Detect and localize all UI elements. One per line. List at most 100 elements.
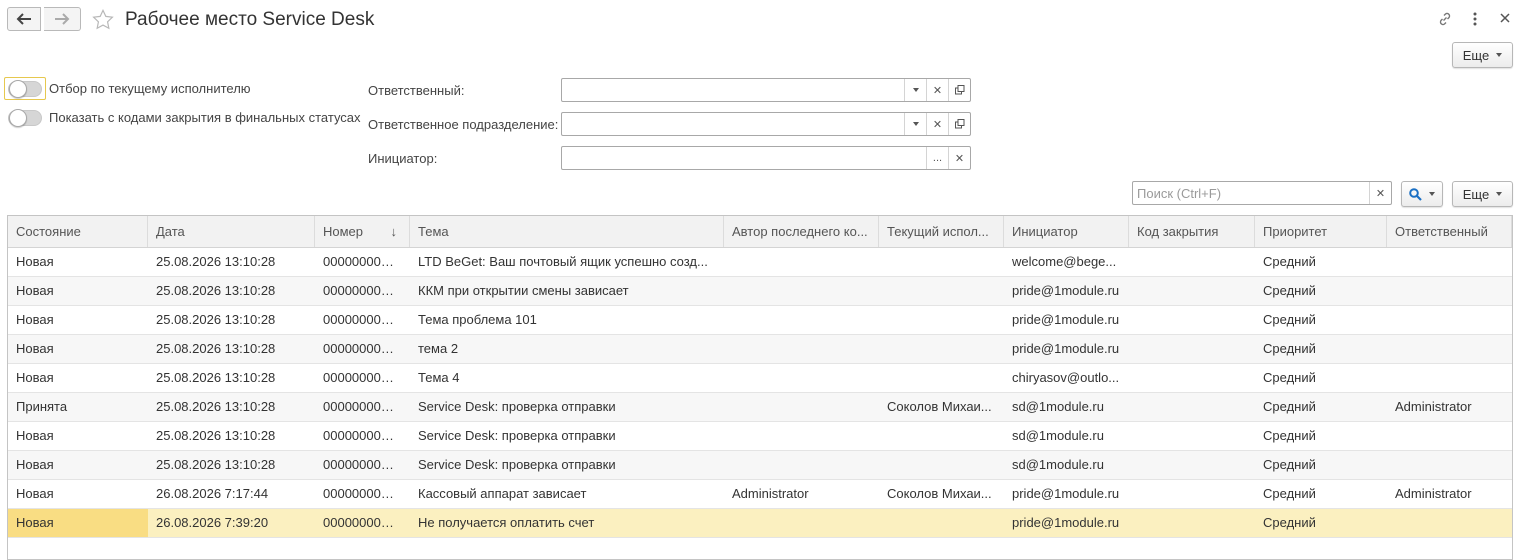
table-row[interactable]: Новая 26.08.2026 7:39:20 00000000011 Не пол… — [8, 509, 1512, 538]
table-cell[interactable]: Новая — [8, 480, 148, 508]
table-cell[interactable] — [879, 306, 1004, 334]
table-row[interactable]: Новая 25.08.2026 13:10:28 00000000004 тема … — [8, 335, 1512, 364]
table-cell[interactable]: pride@1module.ru — [1004, 306, 1129, 334]
table-cell[interactable]: 25.08.2026 13:10:28 — [148, 277, 315, 305]
table-cell[interactable]: Средний — [1255, 248, 1387, 276]
column-header[interactable]: Ответственный — [1387, 216, 1512, 247]
clear-button[interactable]: ✕ — [948, 147, 970, 169]
table-row[interactable]: Новая 25.08.2026 13:10:28 00000000001 LTD B… — [8, 248, 1512, 277]
table-row[interactable]: Новая 26.08.2026 7:17:44 00000000010 Кассов… — [8, 480, 1512, 509]
initiator-field[interactable]: ... ✕ — [561, 146, 971, 170]
table-cell[interactable] — [724, 451, 879, 479]
responsible-dept-value[interactable] — [562, 113, 904, 135]
table-cell[interactable] — [879, 509, 1004, 537]
table-cell[interactable] — [1387, 364, 1512, 392]
table-cell[interactable] — [1387, 306, 1512, 334]
table-cell[interactable]: 26.08.2026 7:17:44 — [148, 480, 315, 508]
table-cell[interactable]: Средний — [1255, 451, 1387, 479]
column-header[interactable]: Текущий испол... — [879, 216, 1004, 247]
open-button[interactable] — [948, 79, 970, 101]
table-cell[interactable] — [724, 277, 879, 305]
requests-table[interactable]: Состояние Дата Номер ↓ Тема Автор последнего … — [7, 215, 1513, 560]
dropdown-button[interactable] — [904, 113, 926, 135]
table-cell[interactable]: тема 2 — [410, 335, 724, 363]
more-button-list[interactable]: Еще — [1452, 181, 1513, 207]
responsible-field[interactable]: ✕ — [561, 78, 971, 102]
table-cell[interactable]: Новая — [8, 248, 148, 276]
table-cell[interactable] — [1387, 451, 1512, 479]
search-field[interactable]: ✕ — [1132, 181, 1392, 205]
table-row[interactable]: Новая 25.08.2026 13:10:28 00000000005 Тема … — [8, 364, 1512, 393]
table-cell[interactable]: pride@1module.ru — [1004, 480, 1129, 508]
clear-button[interactable]: ✕ — [926, 79, 948, 101]
table-cell[interactable]: Соколов Михаи... — [879, 480, 1004, 508]
table-cell[interactable] — [879, 277, 1004, 305]
table-cell[interactable] — [1387, 277, 1512, 305]
table-cell[interactable] — [724, 509, 879, 537]
table-cell[interactable]: 25.08.2026 13:10:28 — [148, 422, 315, 450]
table-cell[interactable] — [1387, 422, 1512, 450]
column-header[interactable]: Инициатор — [1004, 216, 1129, 247]
table-cell[interactable]: Тема 4 — [410, 364, 724, 392]
table-cell[interactable] — [1129, 335, 1255, 363]
table-cell[interactable]: Administrator — [1387, 393, 1512, 421]
toggle-closing-codes[interactable] — [8, 109, 42, 127]
table-cell[interactable]: Средний — [1255, 393, 1387, 421]
column-header[interactable]: Автор последнего ко... — [724, 216, 879, 247]
clear-button[interactable]: ✕ — [926, 113, 948, 135]
table-cell[interactable]: Новая — [8, 364, 148, 392]
table-cell[interactable]: Administrator — [724, 480, 879, 508]
table-cell[interactable]: Administrator — [1387, 480, 1512, 508]
table-cell[interactable] — [1129, 248, 1255, 276]
table-cell[interactable] — [724, 393, 879, 421]
table-cell[interactable] — [724, 364, 879, 392]
table-cell[interactable] — [879, 422, 1004, 450]
select-button[interactable]: ... — [926, 147, 948, 169]
table-cell[interactable]: Service Desk: проверка отправки — [410, 451, 724, 479]
link-icon[interactable] — [1437, 11, 1453, 30]
table-cell[interactable]: 26.08.2026 7:39:20 — [148, 509, 315, 537]
table-cell[interactable]: pride@1module.ru — [1004, 335, 1129, 363]
table-cell[interactable]: LTD BeGet: Ваш почтовый ящик успешно соз… — [410, 248, 724, 276]
open-button[interactable] — [948, 113, 970, 135]
forward-button[interactable] — [44, 7, 81, 31]
table-cell[interactable]: Новая — [8, 335, 148, 363]
table-cell[interactable]: 25.08.2026 13:10:28 — [148, 451, 315, 479]
table-cell[interactable] — [879, 364, 1004, 392]
table-cell[interactable]: ККМ при открытии смены зависает — [410, 277, 724, 305]
table-cell[interactable]: pride@1module.ru — [1004, 509, 1129, 537]
table-cell[interactable]: Средний — [1255, 509, 1387, 537]
table-cell[interactable] — [1129, 451, 1255, 479]
table-cell[interactable]: Средний — [1255, 422, 1387, 450]
table-cell[interactable] — [724, 248, 879, 276]
table-cell[interactable]: 25.08.2026 13:10:28 — [148, 306, 315, 334]
table-cell[interactable]: 00000000002 — [315, 277, 410, 305]
table-cell[interactable]: chiryasov@outlo... — [1004, 364, 1129, 392]
table-row[interactable]: Новая 25.08.2026 13:10:28 00000000003 Тема … — [8, 306, 1512, 335]
table-cell[interactable]: 25.08.2026 13:10:28 — [148, 364, 315, 392]
search-button[interactable] — [1401, 181, 1443, 207]
column-header[interactable]: Дата — [148, 216, 315, 247]
table-row[interactable]: Новая 25.08.2026 13:10:28 00000000002 ККМ п… — [8, 277, 1512, 306]
table-cell[interactable] — [724, 306, 879, 334]
more-button-top[interactable]: Еще — [1452, 42, 1513, 68]
table-cell[interactable]: 00000000008 — [315, 422, 410, 450]
star-favorite-icon[interactable] — [92, 8, 114, 33]
table-cell[interactable] — [1387, 509, 1512, 537]
table-row[interactable]: Новая 25.08.2026 13:10:28 00000000009 Servi… — [8, 451, 1512, 480]
table-cell[interactable]: Средний — [1255, 335, 1387, 363]
table-cell[interactable]: Средний — [1255, 364, 1387, 392]
table-cell[interactable] — [1129, 422, 1255, 450]
column-header[interactable]: Номер ↓ — [315, 216, 410, 247]
table-cell[interactable] — [1387, 248, 1512, 276]
table-cell[interactable] — [879, 248, 1004, 276]
table-cell[interactable]: 00000000001 — [315, 248, 410, 276]
table-cell[interactable] — [1129, 509, 1255, 537]
table-cell[interactable]: Средний — [1255, 277, 1387, 305]
table-cell[interactable] — [1129, 480, 1255, 508]
table-cell[interactable]: pride@1module.ru — [1004, 277, 1129, 305]
table-cell[interactable]: 00000000011 — [315, 509, 410, 537]
table-cell[interactable]: Средний — [1255, 480, 1387, 508]
column-header[interactable]: Код закрытия — [1129, 216, 1255, 247]
table-cell[interactable]: 00000000003 — [315, 306, 410, 334]
